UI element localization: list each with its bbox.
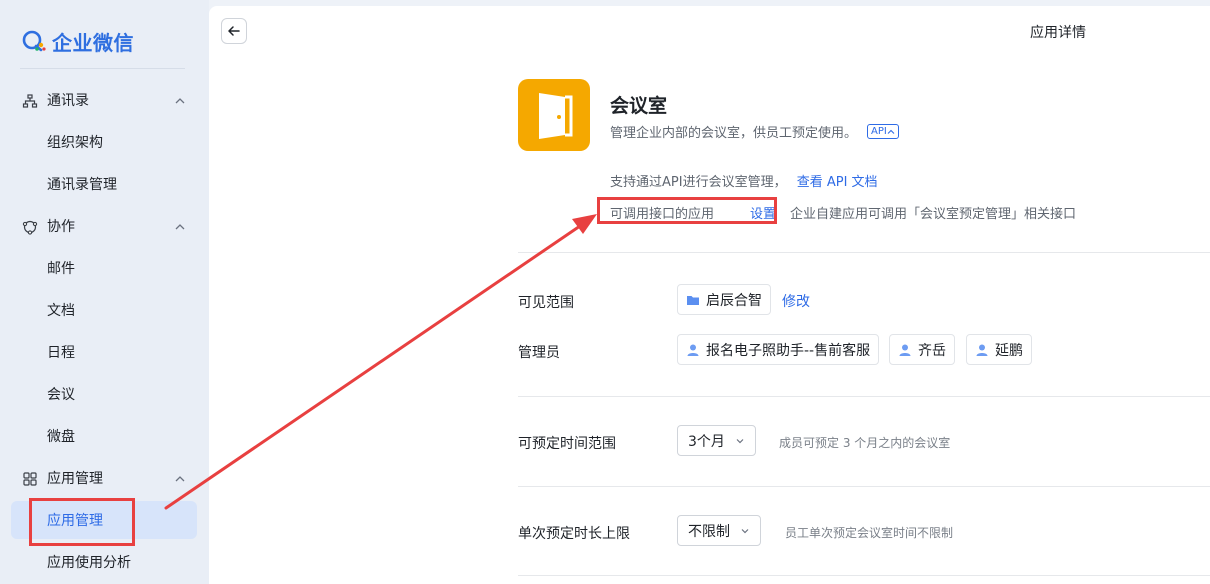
- annotation-highlight-box: [597, 197, 777, 224]
- user-icon: [687, 344, 699, 356]
- sidebar-item-schedule[interactable]: 日程: [11, 334, 197, 370]
- max-duration-label: 单次预定时长上限: [518, 526, 630, 542]
- chevron-down-icon: [741, 528, 749, 533]
- main-panel: 应用详情 会议室 管理企业内部的会议室，供员工预定使用。 API 支持通过API…: [209, 6, 1210, 584]
- folder-icon: [687, 295, 699, 305]
- api-support-line: 支持通过API进行会议室管理， 查看 API 文档: [610, 171, 878, 190]
- view-api-doc-link[interactable]: 查看 API 文档: [797, 175, 878, 190]
- admin-chip: 延鹏: [966, 334, 1032, 365]
- sidebar-item-label: 组织架构: [47, 135, 103, 151]
- chevron-up-icon: [175, 476, 185, 482]
- nav-group-label: 通讯录: [47, 93, 89, 109]
- app-description-text: 管理企业内部的会议室，供员工预定使用。: [610, 126, 858, 141]
- api-badge[interactable]: API: [867, 124, 899, 139]
- section-divider: [518, 575, 1210, 576]
- max-duration-hint: 员工单次预定会议室时间不限制: [785, 526, 954, 540]
- user-icon: [899, 344, 911, 356]
- chevron-up-icon: [887, 129, 895, 134]
- section-divider: [518, 396, 1210, 397]
- chevron-up-icon: [175, 98, 185, 104]
- sidebar-item-docs[interactable]: 文档: [11, 292, 197, 328]
- modify-visibility-link[interactable]: 修改: [782, 291, 810, 311]
- nav-group-collaborate[interactable]: 协作: [0, 211, 209, 241]
- admin-name: 延鹏: [995, 342, 1023, 359]
- callable-apps-note: 企业自建应用可调用「会议室预定管理」相关接口: [790, 207, 1077, 222]
- door-icon: [539, 93, 573, 139]
- meeting-room-app-icon: [518, 79, 590, 151]
- brand-logo[interactable]: 企业微信: [20, 26, 134, 56]
- app-description: 管理企业内部的会议室，供员工预定使用。 API: [610, 122, 899, 141]
- sidebar-item-app-analytics[interactable]: 应用使用分析: [11, 544, 197, 580]
- admin-chip: 报名电子照助手--售前客服: [677, 334, 880, 365]
- brand-name: 企业微信: [52, 30, 134, 55]
- wecom-logo-icon: [22, 30, 46, 52]
- sidebar-item-drive[interactable]: 微盘: [11, 418, 197, 454]
- sidebar-divider: [20, 68, 185, 69]
- apps-grid-icon: [23, 472, 37, 486]
- max-duration-select[interactable]: 不限制: [677, 515, 761, 546]
- sidebar-item-label: 文档: [47, 303, 75, 319]
- back-button[interactable]: [221, 18, 247, 44]
- visibility-label: 可见范围: [518, 295, 574, 311]
- org-chart-icon: [22, 94, 38, 108]
- sidebar-item-meeting[interactable]: 会议: [11, 376, 197, 412]
- sidebar-item-org-structure[interactable]: 组织架构: [11, 124, 197, 160]
- annotation-sidebar-box: [29, 498, 135, 546]
- collaborate-icon: [22, 220, 38, 235]
- nav-group-label: 应用管理: [47, 471, 103, 487]
- booking-range-value: 3个月: [688, 433, 725, 450]
- app-name: 会议室: [610, 95, 668, 117]
- user-icon: [976, 344, 988, 356]
- booking-range-select[interactable]: 3个月: [677, 425, 756, 456]
- sidebar-item-label: 日程: [47, 345, 75, 361]
- chevron-down-icon: [736, 438, 744, 443]
- admin-name: 齐岳: [918, 342, 946, 359]
- visibility-chip: 启辰合智: [677, 284, 771, 315]
- page-title: 应用详情: [1030, 25, 1086, 41]
- sidebar-item-label: 会议: [47, 387, 75, 403]
- admin-chip: 齐岳: [889, 334, 955, 365]
- sidebar: 企业微信 通讯录 组织架构 通讯录管理 协作 邮件 文档 日程 会议 微盘 应用…: [0, 0, 209, 584]
- sidebar-item-label: 邮件: [47, 261, 75, 277]
- sidebar-item-mail[interactable]: 邮件: [11, 250, 197, 286]
- nav-group-label: 协作: [47, 219, 75, 235]
- visibility-value: 启辰合智: [706, 292, 762, 309]
- sidebar-item-label: 微盘: [47, 429, 75, 445]
- api-badge-label: API: [871, 126, 887, 137]
- arrow-left-icon: [228, 26, 240, 36]
- nav-group-contacts[interactable]: 通讯录: [0, 85, 209, 115]
- admins-label: 管理员: [518, 345, 560, 361]
- booking-range-hint: 成员可预定 3 个月之内的会议室: [779, 436, 951, 450]
- sidebar-item-contacts-manage[interactable]: 通讯录管理: [11, 166, 197, 202]
- sidebar-item-label: 应用使用分析: [47, 555, 131, 571]
- section-divider: [518, 486, 1210, 487]
- api-support-text: 支持通过API进行会议室管理，: [610, 175, 787, 190]
- chevron-up-icon: [175, 224, 185, 230]
- max-duration-value: 不限制: [688, 523, 730, 540]
- admin-name: 报名电子照助手--售前客服: [706, 342, 871, 359]
- nav-group-app-management[interactable]: 应用管理: [0, 463, 209, 493]
- sidebar-item-label: 通讯录管理: [47, 177, 117, 193]
- section-divider: [518, 252, 1210, 253]
- booking-range-label: 可预定时间范围: [518, 436, 616, 452]
